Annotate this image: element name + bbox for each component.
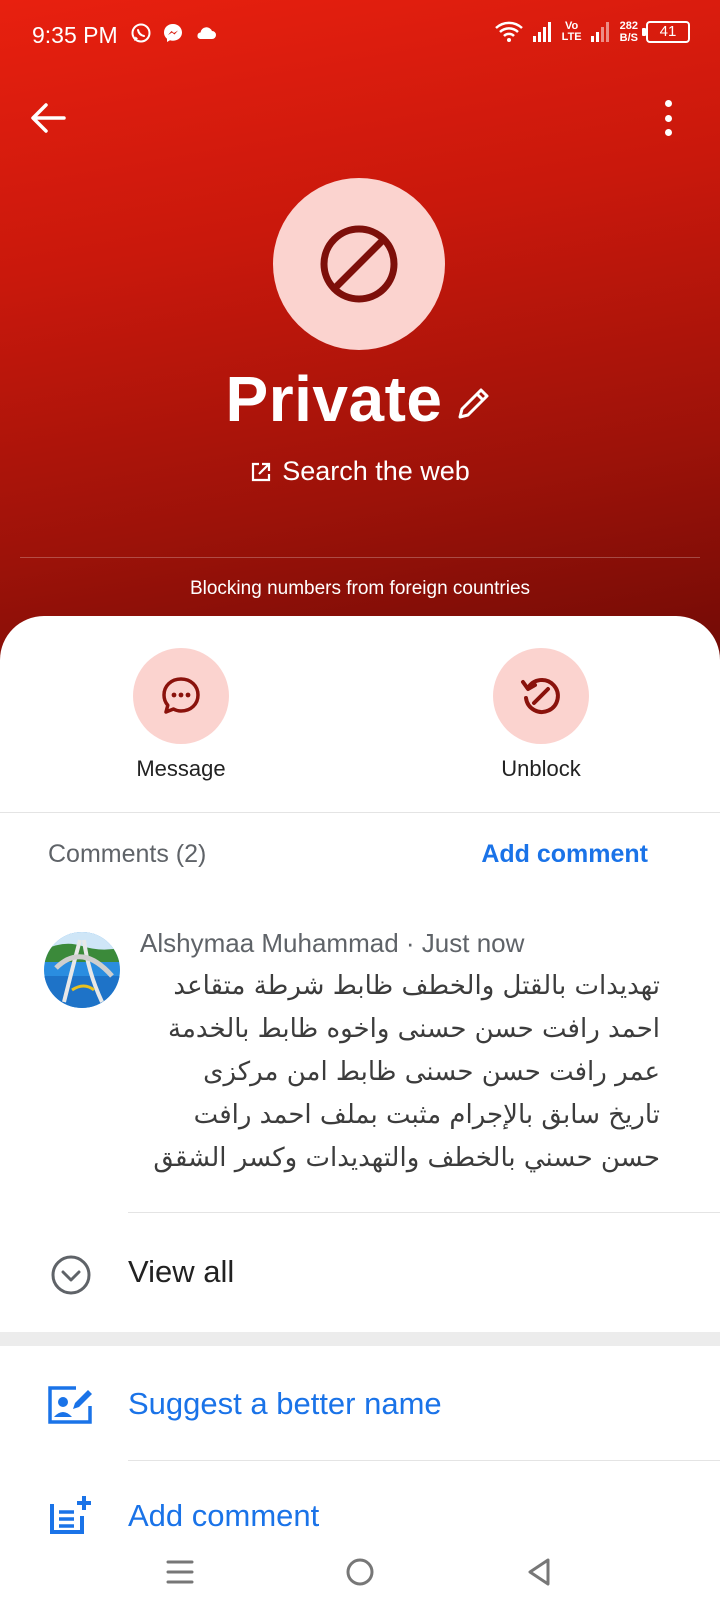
menu-divider [128, 1460, 720, 1461]
volte-indicator: Vo LTE [562, 21, 582, 43]
unblock-circle [493, 648, 589, 744]
comment-author: Alshymaa Muhammad [140, 928, 399, 958]
comments-title: Comments (2) [48, 840, 207, 868]
battery-icon: 41 [642, 21, 690, 43]
nav-home-button[interactable] [338, 1550, 382, 1594]
contact-avatar [273, 178, 445, 350]
add-note-icon [50, 1496, 91, 1534]
message-button[interactable]: Message [111, 648, 251, 782]
speed-unit: B/S [619, 32, 638, 44]
comment-meta: Alshymaa Muhammad · Just now [140, 928, 524, 959]
chevron-down-circle-icon [51, 1255, 91, 1295]
speed-value: 282 [619, 20, 638, 32]
signal-icon [590, 22, 609, 42]
edit-contact-icon [48, 1386, 92, 1424]
unblock-button[interactable]: Unblock [471, 648, 611, 782]
contact-name-row: Private [0, 362, 720, 436]
dot-icon [664, 100, 672, 107]
avatar [44, 932, 120, 1008]
menu-lines-icon [166, 1560, 194, 1584]
user-photo-icon [44, 932, 120, 1008]
status-bar: 9:35 PM Vo LTE 282 B/S 41 [0, 0, 720, 72]
meta-separator: · [405, 928, 422, 958]
message-label: Message [136, 756, 226, 781]
status-time: 9:35 PM [32, 22, 118, 48]
whatsapp-icon [131, 23, 151, 43]
section-separator [0, 1332, 720, 1346]
add-comment-link[interactable]: Add comment [481, 840, 648, 869]
cloud-icon [197, 27, 216, 39]
more-options-button[interactable] [662, 100, 674, 136]
unblock-label: Unblock [501, 756, 581, 781]
view-all-button[interactable]: View all [0, 1240, 720, 1310]
home-circle-icon [346, 1558, 374, 1586]
message-circle [133, 648, 229, 744]
network-speed: 282 B/S [620, 20, 638, 44]
add-comment-label: Add comment [128, 1498, 320, 1533]
contact-header: 9:35 PM Vo LTE 282 B/S 41 Private Search t… [0, 0, 720, 680]
external-link-icon [252, 462, 271, 481]
suggest-name-button[interactable]: Suggest a better name [0, 1366, 720, 1446]
back-button[interactable] [26, 96, 70, 140]
dot-icon [664, 114, 672, 122]
contact-name: Private [225, 363, 443, 435]
header-divider [20, 557, 700, 558]
search-web-label: Search the web [282, 456, 470, 486]
pencil-icon[interactable] [454, 383, 494, 423]
system-nav-bar [0, 1538, 720, 1612]
notification-icons [130, 22, 218, 44]
actions-divider [0, 812, 720, 813]
suggest-name-label: Suggest a better name [128, 1386, 442, 1421]
nav-back-button[interactable] [518, 1550, 562, 1594]
signal-icon [532, 22, 551, 42]
comment-divider [128, 1212, 720, 1213]
volte-bottom: LTE [561, 31, 582, 43]
messenger-icon [164, 24, 182, 42]
comment-time: Just now [421, 928, 525, 958]
blocking-note: Blocking numbers from foreign countries [189, 578, 531, 599]
status-right: Vo LTE 282 B/S 41 [494, 20, 690, 44]
wifi-icon [494, 21, 523, 42]
search-web-link[interactable]: Search the web [0, 456, 720, 487]
chat-bubble-icon [162, 677, 200, 714]
arrow-left-icon [31, 103, 66, 133]
block-icon [320, 225, 398, 303]
nav-menu-button[interactable] [158, 1550, 202, 1594]
dot-icon [664, 129, 672, 136]
comment-text: تهديدات بالقتل والخطف ظابط شرطة متقاعد ا… [153, 971, 660, 1173]
triangle-back-icon [528, 1558, 550, 1586]
view-all-label: View all [128, 1254, 235, 1289]
unblock-icon [521, 677, 560, 714]
